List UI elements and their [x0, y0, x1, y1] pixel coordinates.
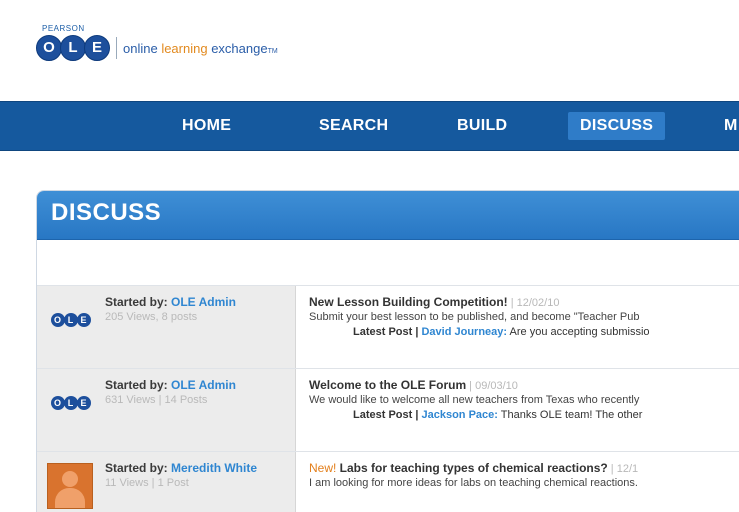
latest-post-label: Latest Post |	[353, 326, 422, 338]
site-tagline: online learning exchangeTM	[123, 41, 278, 56]
avatar-letter: O	[50, 396, 65, 410]
avatar-head-shape	[62, 471, 78, 487]
tagline-highlight: learning	[161, 40, 208, 56]
latest-post-label: Latest Post |	[353, 409, 422, 421]
thread-description: Submit your best lesson to be published,…	[309, 311, 640, 323]
logo-letter-l: L	[60, 35, 86, 61]
latest-post: Latest Post | David Journeay: Are you ac…	[353, 326, 650, 338]
avatar-letter: E	[76, 313, 91, 327]
nav-home[interactable]: HOME	[170, 112, 243, 140]
panel-header: DISCUSS	[37, 191, 739, 240]
logo-letter-o: O	[36, 35, 62, 61]
new-tag: New!	[309, 461, 337, 475]
logo-letter-e: E	[84, 35, 110, 61]
thread-content: Welcome to the OLE Forum | 09/03/10 We w…	[309, 369, 739, 451]
started-by: Started by: OLE Admin	[105, 378, 236, 392]
thread-meta: O L E Started by: OLE Admin 205 Views, 8…	[37, 286, 296, 368]
latest-poster-link[interactable]: David Journeay:	[421, 326, 507, 338]
nav-more[interactable]: M	[712, 112, 739, 140]
main-nav: HOME SEARCH BUILD DISCUSS M	[0, 101, 739, 151]
thread-row[interactable]: Started by: Meredith White 11 Views | 1 …	[37, 452, 739, 512]
thread-date: | 09/03/10	[466, 380, 518, 392]
latest-post-text: Thanks OLE team! The other	[497, 409, 643, 421]
started-by-label: Started by:	[105, 295, 172, 309]
started-by: Started by: Meredith White	[105, 461, 257, 475]
ole-logo-mark: O L E online learning exchangeTM	[36, 35, 278, 61]
user-avatar-icon	[47, 463, 93, 509]
started-by-label: Started by:	[105, 461, 172, 475]
latest-poster-link[interactable]: Jackson Pace:	[421, 409, 497, 421]
nav-discuss[interactable]: DISCUSS	[568, 112, 666, 140]
thread-date: | 12/02/10	[507, 297, 560, 309]
thread-meta: Started by: Meredith White 11 Views | 1 …	[37, 452, 296, 512]
panel-toolbar-area	[37, 240, 739, 286]
tagline-part: exchange	[207, 40, 268, 56]
thread-title-link[interactable]: New Lesson Building Competition!	[309, 295, 508, 309]
avatar-letter: L	[63, 396, 78, 410]
started-by: Started by: OLE Admin	[105, 295, 236, 309]
avatar: O L E	[45, 385, 95, 421]
thread-description: I am looking for more ideas for labs on …	[309, 477, 638, 489]
thread-row[interactable]: O L E Started by: OLE Admin 631 Views | …	[37, 369, 739, 452]
avatar-letter: O	[50, 313, 65, 327]
thread-title-link[interactable]: Labs for teaching types of chemical reac…	[336, 461, 608, 475]
ole-avatar-icon: O L E	[50, 313, 91, 327]
thread-row[interactable]: O L E Started by: OLE Admin 205 Views, 8…	[37, 286, 739, 369]
thread-topic: Welcome to the OLE Forum | 09/03/10	[309, 378, 518, 392]
avatar-letter: L	[63, 313, 78, 327]
tagline-part: online	[123, 40, 162, 56]
latest-post: Latest Post | Jackson Pace: Thanks OLE t…	[353, 409, 642, 421]
started-by-label: Started by:	[105, 378, 172, 392]
panel-title: DISCUSS	[51, 199, 162, 226]
trademark-mark: TM	[267, 47, 278, 55]
thread-meta: O L E Started by: OLE Admin 631 Views | …	[37, 369, 296, 451]
ole-avatar-icon: O L E	[50, 396, 91, 410]
publisher-name: PEARSON	[42, 24, 85, 33]
thread-title-link[interactable]: Welcome to the OLE Forum	[309, 378, 466, 392]
site-logo[interactable]: PEARSON O L E online learning exchangeTM	[36, 24, 396, 84]
avatar	[45, 463, 95, 509]
author-link[interactable]: OLE Admin	[171, 378, 236, 392]
thread-stats: 205 Views, 8 posts	[105, 311, 198, 323]
avatar: O L E	[45, 302, 95, 338]
thread-stats: 631 Views | 14 Posts	[105, 394, 208, 406]
author-link[interactable]: Meredith White	[171, 461, 257, 475]
thread-content: New! Labs for teaching types of chemical…	[309, 452, 739, 512]
page: PEARSON O L E online learning exchangeTM…	[0, 0, 739, 512]
thread-stats: 11 Views | 1 Post	[105, 477, 189, 489]
latest-post-text: Are you accepting submissio	[507, 326, 650, 338]
avatar-letter: E	[76, 396, 91, 410]
thread-description: We would like to welcome all new teacher…	[309, 394, 640, 406]
author-link[interactable]: OLE Admin	[171, 295, 236, 309]
thread-topic: New Lesson Building Competition! | 12/02…	[309, 295, 559, 309]
thread-topic: New! Labs for teaching types of chemical…	[309, 461, 638, 475]
nav-search[interactable]: SEARCH	[307, 112, 400, 140]
discuss-panel: DISCUSS O L E Started by: OLE Admin 205 …	[36, 190, 739, 512]
logo-divider	[116, 37, 117, 59]
avatar-body-shape	[55, 488, 85, 508]
nav-build[interactable]: BUILD	[445, 112, 519, 140]
thread-content: New Lesson Building Competition! | 12/02…	[309, 286, 739, 368]
thread-date: | 12/1	[607, 463, 639, 475]
